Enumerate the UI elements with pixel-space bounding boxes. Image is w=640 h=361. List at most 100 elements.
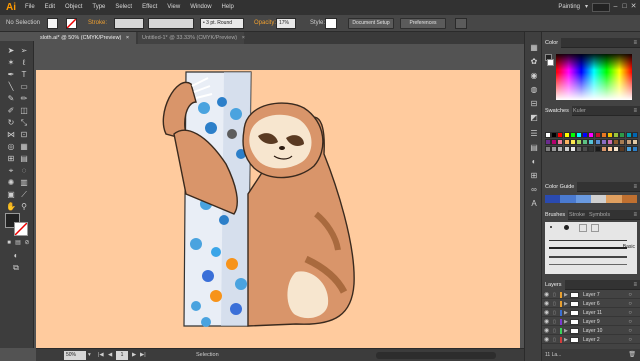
menu-window[interactable]: Window: [185, 0, 216, 15]
menu-view[interactable]: View: [162, 0, 185, 15]
color-swatch[interactable]: [594, 139, 601, 145]
direct-selection-tool-icon[interactable]: ➢: [18, 45, 30, 56]
color-swatch[interactable]: [594, 132, 601, 138]
blob-brush-icon[interactable]: ✐: [5, 105, 17, 116]
layer-name[interactable]: Layer 11: [583, 309, 602, 317]
panel-menu-icon[interactable]: ≡: [633, 280, 637, 290]
align-icon[interactable]: ⊟: [528, 98, 540, 109]
workspace-switcher[interactable]: Painting: [558, 0, 580, 15]
next-artboard-icon[interactable]: ▶: [132, 349, 136, 361]
visibility-eye-icon[interactable]: ◉: [544, 300, 549, 308]
none-mode-icon[interactable]: ⊘: [21, 238, 33, 249]
brushes-tab[interactable]: Brushes: [542, 210, 569, 220]
color-swatch[interactable]: [545, 132, 551, 138]
color-swatch[interactable]: [588, 139, 595, 145]
color-swatch[interactable]: [557, 146, 564, 152]
stroke-swatch[interactable]: [66, 18, 77, 29]
layer-row[interactable]: ◉ ▯ ▶ Layer 2 ○: [542, 336, 640, 344]
opacity-input[interactable]: 17%: [276, 18, 296, 29]
eyedropper-icon[interactable]: ⌖: [5, 165, 17, 176]
layer-name[interactable]: Layer 6: [583, 300, 600, 308]
gradient-panel-icon[interactable]: ▤: [528, 142, 540, 153]
color-swatch[interactable]: [576, 146, 582, 152]
symbol-sprayer-icon[interactable]: ✺: [5, 177, 17, 188]
color-swatch[interactable]: [557, 139, 564, 145]
mesh-tool-icon[interactable]: ⊞: [5, 153, 17, 164]
current-tool-status[interactable]: Selection: [196, 349, 219, 361]
free-transform-icon[interactable]: ⊡: [18, 129, 30, 140]
links-icon[interactable]: ∞: [528, 184, 540, 195]
perspective-grid-icon[interactable]: ▦: [18, 141, 30, 152]
graphic-styles-icon[interactable]: ◉: [528, 70, 540, 81]
preferences-button[interactable]: Preferences: [400, 18, 446, 29]
visibility-eye-icon[interactable]: ◉: [544, 291, 549, 299]
color-swatch[interactable]: [563, 132, 570, 138]
color-swatch[interactable]: [619, 139, 626, 145]
layer-target-icon[interactable]: ○: [628, 309, 632, 317]
menu-select[interactable]: Select: [110, 0, 137, 15]
color-swatch[interactable]: [619, 132, 626, 138]
layer-name[interactable]: Layer 9: [583, 318, 600, 326]
fill-swatch[interactable]: [47, 18, 58, 29]
first-artboard-icon[interactable]: |◀: [98, 349, 104, 361]
layer-row[interactable]: ◉ ▯ ▶ Layer 6 ○: [542, 300, 640, 308]
layer-name[interactable]: Layer 2: [583, 336, 600, 344]
screen-mode-icon[interactable]: ⧉: [10, 262, 22, 273]
layer-target-icon[interactable]: ○: [628, 291, 632, 299]
expand-caret-icon[interactable]: ▶: [564, 309, 568, 317]
layer-row[interactable]: ◉ ▯ ▶ Layer 10 ○: [542, 327, 640, 335]
menu-edit[interactable]: Edit: [40, 0, 60, 15]
width-tool-icon[interactable]: ⋈: [5, 129, 17, 140]
tab-sloth[interactable]: sloth.ai* @ 50% (CMYK/Preview) ×: [36, 32, 136, 44]
document-setup-button[interactable]: Document Setup: [348, 18, 394, 29]
visibility-eye-icon[interactable]: ◉: [544, 309, 549, 317]
zoom-caret-icon[interactable]: ▾: [88, 349, 91, 361]
expand-caret-icon[interactable]: ▶: [564, 291, 568, 299]
paintbrush-tool-icon[interactable]: ✎: [5, 93, 17, 104]
column-graph-icon[interactable]: ▥: [18, 177, 30, 188]
color-swatch[interactable]: [582, 132, 589, 138]
lock-toggle-icon[interactable]: ▯: [553, 336, 556, 344]
stroke-weight-input[interactable]: [114, 18, 144, 29]
color-swatch[interactable]: [619, 146, 626, 152]
color-swatch[interactable]: [594, 146, 601, 152]
expand-caret-icon[interactable]: ▶: [564, 300, 568, 308]
tab-close-icon[interactable]: ×: [242, 35, 245, 41]
layer-row[interactable]: ◉ ▯ ▶ Layer 9 ○: [542, 318, 640, 326]
brush-stroke-pencil[interactable]: [549, 264, 627, 265]
color-swatch[interactable]: [545, 146, 551, 152]
magic-wand-icon[interactable]: ✶: [5, 57, 17, 68]
color-swatch[interactable]: [625, 139, 632, 145]
layer-name[interactable]: Layer 10: [583, 327, 602, 335]
color-swatch[interactable]: [557, 132, 564, 138]
rectangle-tool-icon[interactable]: ▭: [18, 81, 30, 92]
brush-stroke-charcoal[interactable]: [549, 256, 627, 258]
color-guide-strip[interactable]: [545, 195, 637, 203]
symbols-tab[interactable]: Symbols: [586, 210, 613, 220]
color-swatch[interactable]: [613, 139, 620, 145]
search-input[interactable]: [592, 3, 610, 12]
kuler-tab[interactable]: Kuler: [570, 106, 589, 116]
color-swatch[interactable]: [607, 146, 613, 152]
color-swatch[interactable]: [569, 139, 576, 145]
color-swatch[interactable]: [607, 132, 613, 138]
pen-tool-icon[interactable]: ✒: [5, 69, 17, 80]
appearance-icon[interactable]: ◍: [528, 84, 540, 95]
color-swatch[interactable]: [600, 132, 607, 138]
menu-help[interactable]: Help: [217, 0, 239, 15]
brush-slot[interactable]: [591, 224, 599, 232]
visibility-eye-icon[interactable]: ◉: [544, 318, 549, 326]
lock-toggle-icon[interactable]: ▯: [553, 309, 556, 317]
pathfinder-icon[interactable]: ◩: [528, 112, 540, 123]
tab-close-icon[interactable]: ×: [126, 35, 129, 41]
color-guide-tab[interactable]: Color Guide: [542, 182, 578, 192]
arrange-icon[interactable]: [455, 18, 467, 29]
shape-builder-icon[interactable]: ◎: [5, 141, 17, 152]
swatches-tab[interactable]: Swatches: [542, 106, 572, 116]
stroke-color-icon[interactable]: [14, 222, 28, 236]
delete-layer-icon[interactable]: 🗑: [628, 349, 636, 361]
transform-icon[interactable]: ⊞: [528, 170, 540, 181]
color-swatch[interactable]: [613, 132, 620, 138]
line-tool-icon[interactable]: ╲: [5, 81, 17, 92]
scale-tool-icon[interactable]: ⤡: [18, 117, 30, 128]
